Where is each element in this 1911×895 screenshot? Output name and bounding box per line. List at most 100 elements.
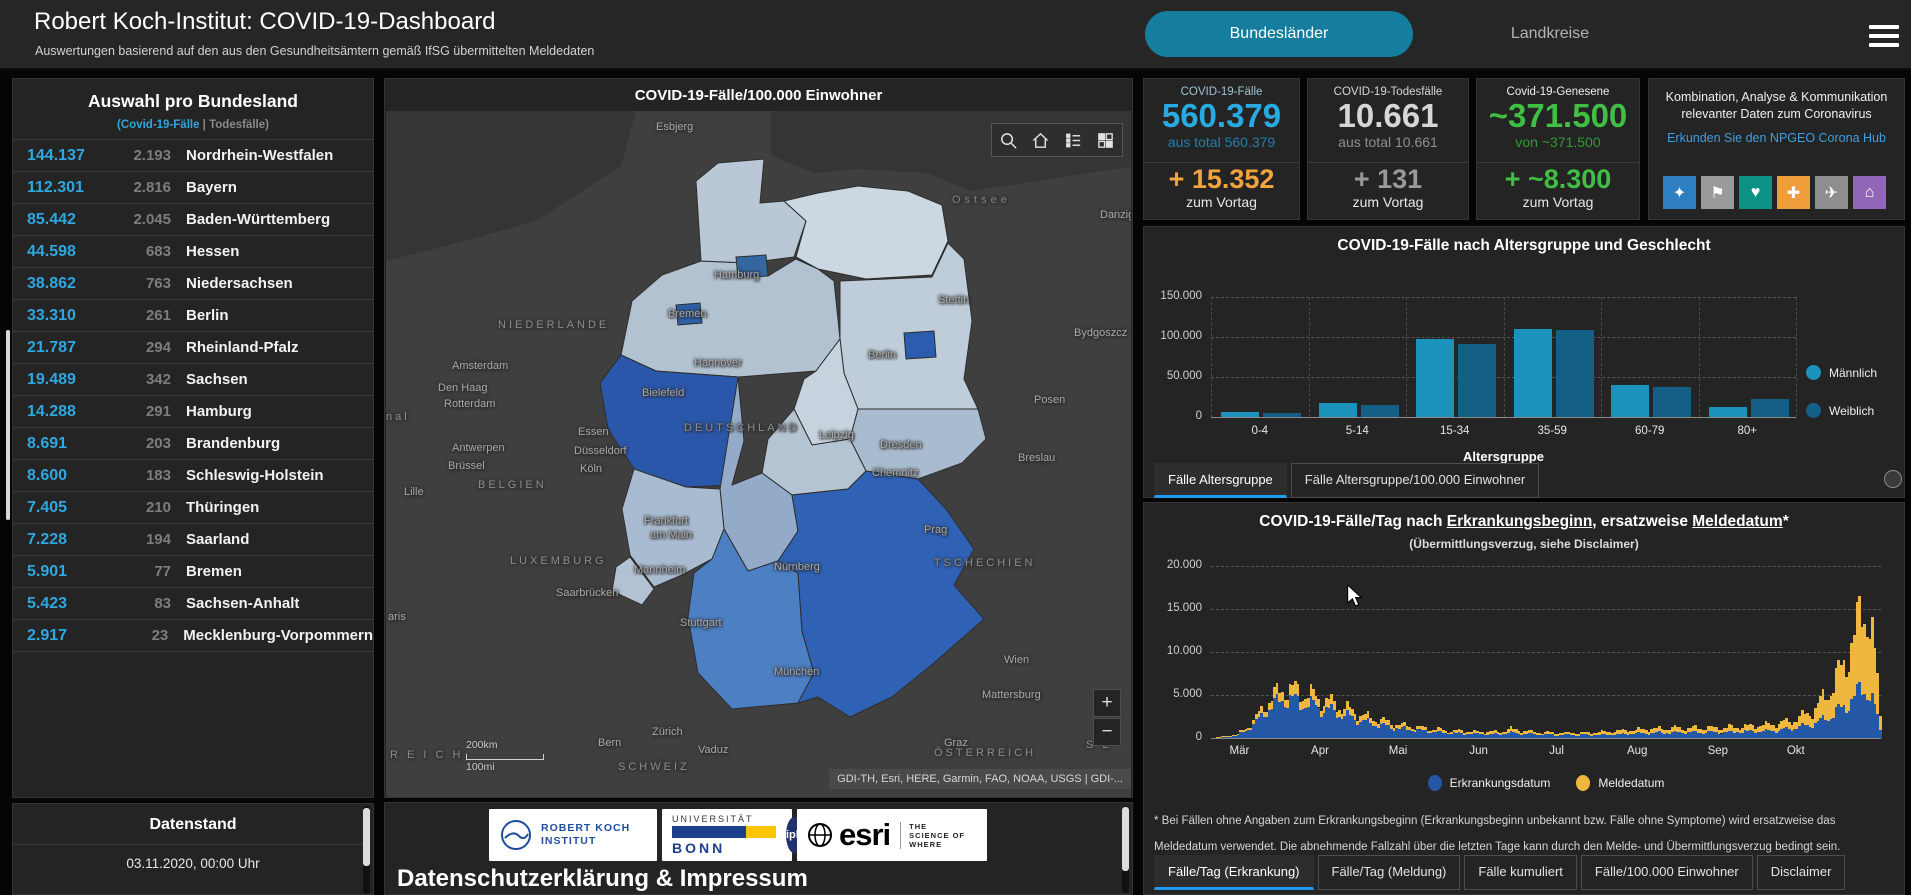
legend-dot — [1576, 775, 1591, 791]
datenstand-scrollbar[interactable] — [363, 806, 370, 894]
age-bar-maennlich[interactable] — [1221, 412, 1259, 417]
state-row[interactable]: 8.691 203 Brandenburg — [13, 428, 373, 460]
daily-title-mid: , ersatzweise — [1592, 513, 1693, 530]
state-deaths: 683 — [145, 243, 171, 260]
rki-logo-text: ROBERT KOCH INSTITUT — [541, 822, 631, 847]
state-row[interactable]: 144.137 2.193 Nordrhein-Westfalen — [13, 139, 373, 172]
state-row[interactable]: 38.862 763 Niedersachsen — [13, 268, 373, 300]
esri-logo[interactable]: esri THE SCIENCE OF WHERE — [797, 809, 987, 861]
map-label: Bern — [598, 737, 622, 749]
state-row[interactable]: 85.442 2.045 Baden-Württemberg — [13, 204, 373, 236]
daily-xtick: Mär — [1229, 745, 1250, 757]
datenstand-value: 03.11.2020, 00:00 Uhr — [126, 856, 260, 871]
state-row[interactable]: 19.489 342 Sachsen — [13, 364, 373, 396]
globe-icon — [808, 823, 832, 847]
state-row[interactable]: 8.600 183 Schleswig-Holstein — [13, 460, 373, 492]
home-icon[interactable] — [1028, 127, 1054, 153]
age-bar-weiblich[interactable] — [1458, 344, 1496, 417]
daily-chart-tab[interactable]: Fälle/Tag (Meldung) — [1317, 855, 1461, 890]
age-bar-maennlich[interactable] — [1416, 338, 1454, 417]
basemap-icon[interactable] — [1093, 127, 1119, 153]
age-bar-weiblich[interactable] — [1555, 329, 1594, 417]
map-label: Brüssel — [448, 460, 485, 472]
state-row[interactable]: 21.787 294 Rheinland-Pfalz — [13, 332, 373, 364]
sidebar-scrollbar[interactable] — [6, 330, 10, 520]
map-canvas[interactable]: Esbjerg Ostsee Danzig Hamburg Stettin Bremen B… — [386, 111, 1131, 797]
page-title: Robert Koch-Institut: COVID-19-Dashboard — [34, 8, 496, 35]
transport-icon[interactable]: ✈ — [1815, 176, 1848, 209]
daily-chart-tab[interactable]: Fälle/100.000 Einwohner — [1580, 855, 1753, 890]
state-name: Berlin — [186, 307, 229, 324]
map-label: Düsseldorf — [574, 445, 627, 457]
age-gridline-v — [1796, 297, 1797, 417]
nature-icon[interactable]: ✦ — [1663, 176, 1696, 209]
legend-deaths-label[interactable]: Todesfälle) — [209, 119, 269, 131]
map-scalebar: 200km 100mi — [466, 739, 546, 773]
age-chart-tab[interactable]: Fälle Altersgruppe/100.000 Einwohner — [1290, 463, 1540, 498]
age-xtick: 35-59 — [1537, 425, 1567, 437]
state-row[interactable]: 112.301 2.816 Bayern — [13, 172, 373, 204]
stat-card-delta-box: + 15.352 zum Vortag — [1144, 162, 1299, 219]
zoom-out-button[interactable]: − — [1093, 718, 1121, 746]
zoom-in-button[interactable]: + — [1093, 689, 1121, 717]
age-bar-weiblich[interactable] — [1263, 412, 1301, 417]
age-bar-weiblich[interactable] — [1360, 405, 1399, 417]
rki-logo[interactable]: ROBERT KOCH INSTITUT — [489, 809, 657, 861]
map-label: DEUTSCHLAND — [684, 422, 800, 434]
legend-cases-label[interactable]: (Covid-19-Fälle — [117, 119, 199, 131]
building-icon[interactable]: ⌂ — [1853, 176, 1886, 209]
age-bar-maennlich[interactable] — [1708, 406, 1747, 417]
legend-icon[interactable] — [1060, 127, 1086, 153]
scale-line — [466, 754, 544, 760]
panel-expand-button[interactable] — [1884, 470, 1902, 488]
uni-bonn-logo[interactable]: UNIVERSITÄT BONN iph — [662, 809, 803, 861]
age-bar-maennlich[interactable] — [1318, 403, 1357, 417]
state-row[interactable]: 5.901 77 Bremen — [13, 556, 373, 588]
menu-icon[interactable] — [1869, 25, 1899, 47]
map-label: aris — [388, 611, 406, 623]
legend-label: Meldedatum — [1598, 776, 1665, 790]
daily-chart-tab[interactable]: Fälle kumuliert — [1464, 855, 1577, 890]
state-deaths: 194 — [145, 531, 171, 548]
state-row[interactable]: 14.288 291 Hamburg — [13, 396, 373, 428]
age-chart-tab[interactable]: Fälle Altersgruppe — [1154, 463, 1287, 498]
age-legend-item: Männlich — [1806, 365, 1877, 380]
age-gridline-v — [1406, 297, 1407, 417]
stat-card-value: ~371.500 — [1488, 97, 1628, 134]
bonn-flag — [672, 826, 776, 838]
age-bar-weiblich[interactable] — [1653, 387, 1691, 417]
rki-emblem-icon — [501, 820, 531, 850]
map-title: COVID-19-Fälle/100.000 Einwohner — [634, 87, 883, 104]
state-row[interactable]: 2.917 23 Mecklenburg-Vorpommern — [13, 620, 373, 652]
state-row[interactable]: 7.228 194 Saarland — [13, 524, 373, 556]
state-name: Thüringen — [186, 499, 260, 516]
daily-gridline — [1211, 652, 1881, 653]
impressum-scrollbar[interactable] — [1122, 806, 1129, 893]
map-label: Nürnberg — [774, 561, 820, 573]
state-row[interactable]: 5.423 83 Sachsen-Anhalt — [13, 588, 373, 620]
daily-chart-tab[interactable]: Fälle/Tag (Erkrankung) — [1154, 855, 1314, 890]
state-row[interactable]: 7.405 210 Thüringen — [13, 492, 373, 524]
network-icon[interactable]: ✚ — [1777, 176, 1810, 209]
pin-icon[interactable]: ⚑ — [1701, 176, 1734, 209]
state-deaths: 2.816 — [133, 179, 171, 196]
state-name: Hessen — [186, 243, 240, 260]
npgeo-hub-link[interactable]: Erkunden Sie den NPGEO Corona Hub — [1649, 131, 1904, 145]
toggle-bundeslaender[interactable]: Bundesländer — [1145, 11, 1413, 57]
map-label: Mannheim — [634, 564, 686, 576]
search-icon[interactable] — [995, 127, 1021, 153]
stat-card-delta: + 15.352 — [1168, 164, 1275, 194]
health-icon[interactable]: ♥ — [1739, 176, 1772, 209]
state-row[interactable]: 44.598 683 Hessen — [13, 236, 373, 268]
state-row[interactable]: 33.310 261 Berlin — [13, 300, 373, 332]
map-label: München — [774, 666, 820, 678]
toggle-landkreise[interactable]: Landkreise — [1455, 11, 1645, 57]
state-name: Mecklenburg-Vorpommern — [183, 627, 373, 644]
map-label: Frankfurt — [644, 515, 689, 527]
age-bar-maennlich[interactable] — [1513, 329, 1552, 417]
impressum-link[interactable]: Datenschutzerklärung & Impressum — [397, 865, 808, 893]
esri-tagline: THE SCIENCE OF WHERE — [900, 821, 965, 849]
age-bar-weiblich[interactable] — [1750, 399, 1789, 417]
daily-chart-tab[interactable]: Disclaimer — [1756, 855, 1846, 890]
age-bar-maennlich[interactable] — [1611, 385, 1649, 417]
